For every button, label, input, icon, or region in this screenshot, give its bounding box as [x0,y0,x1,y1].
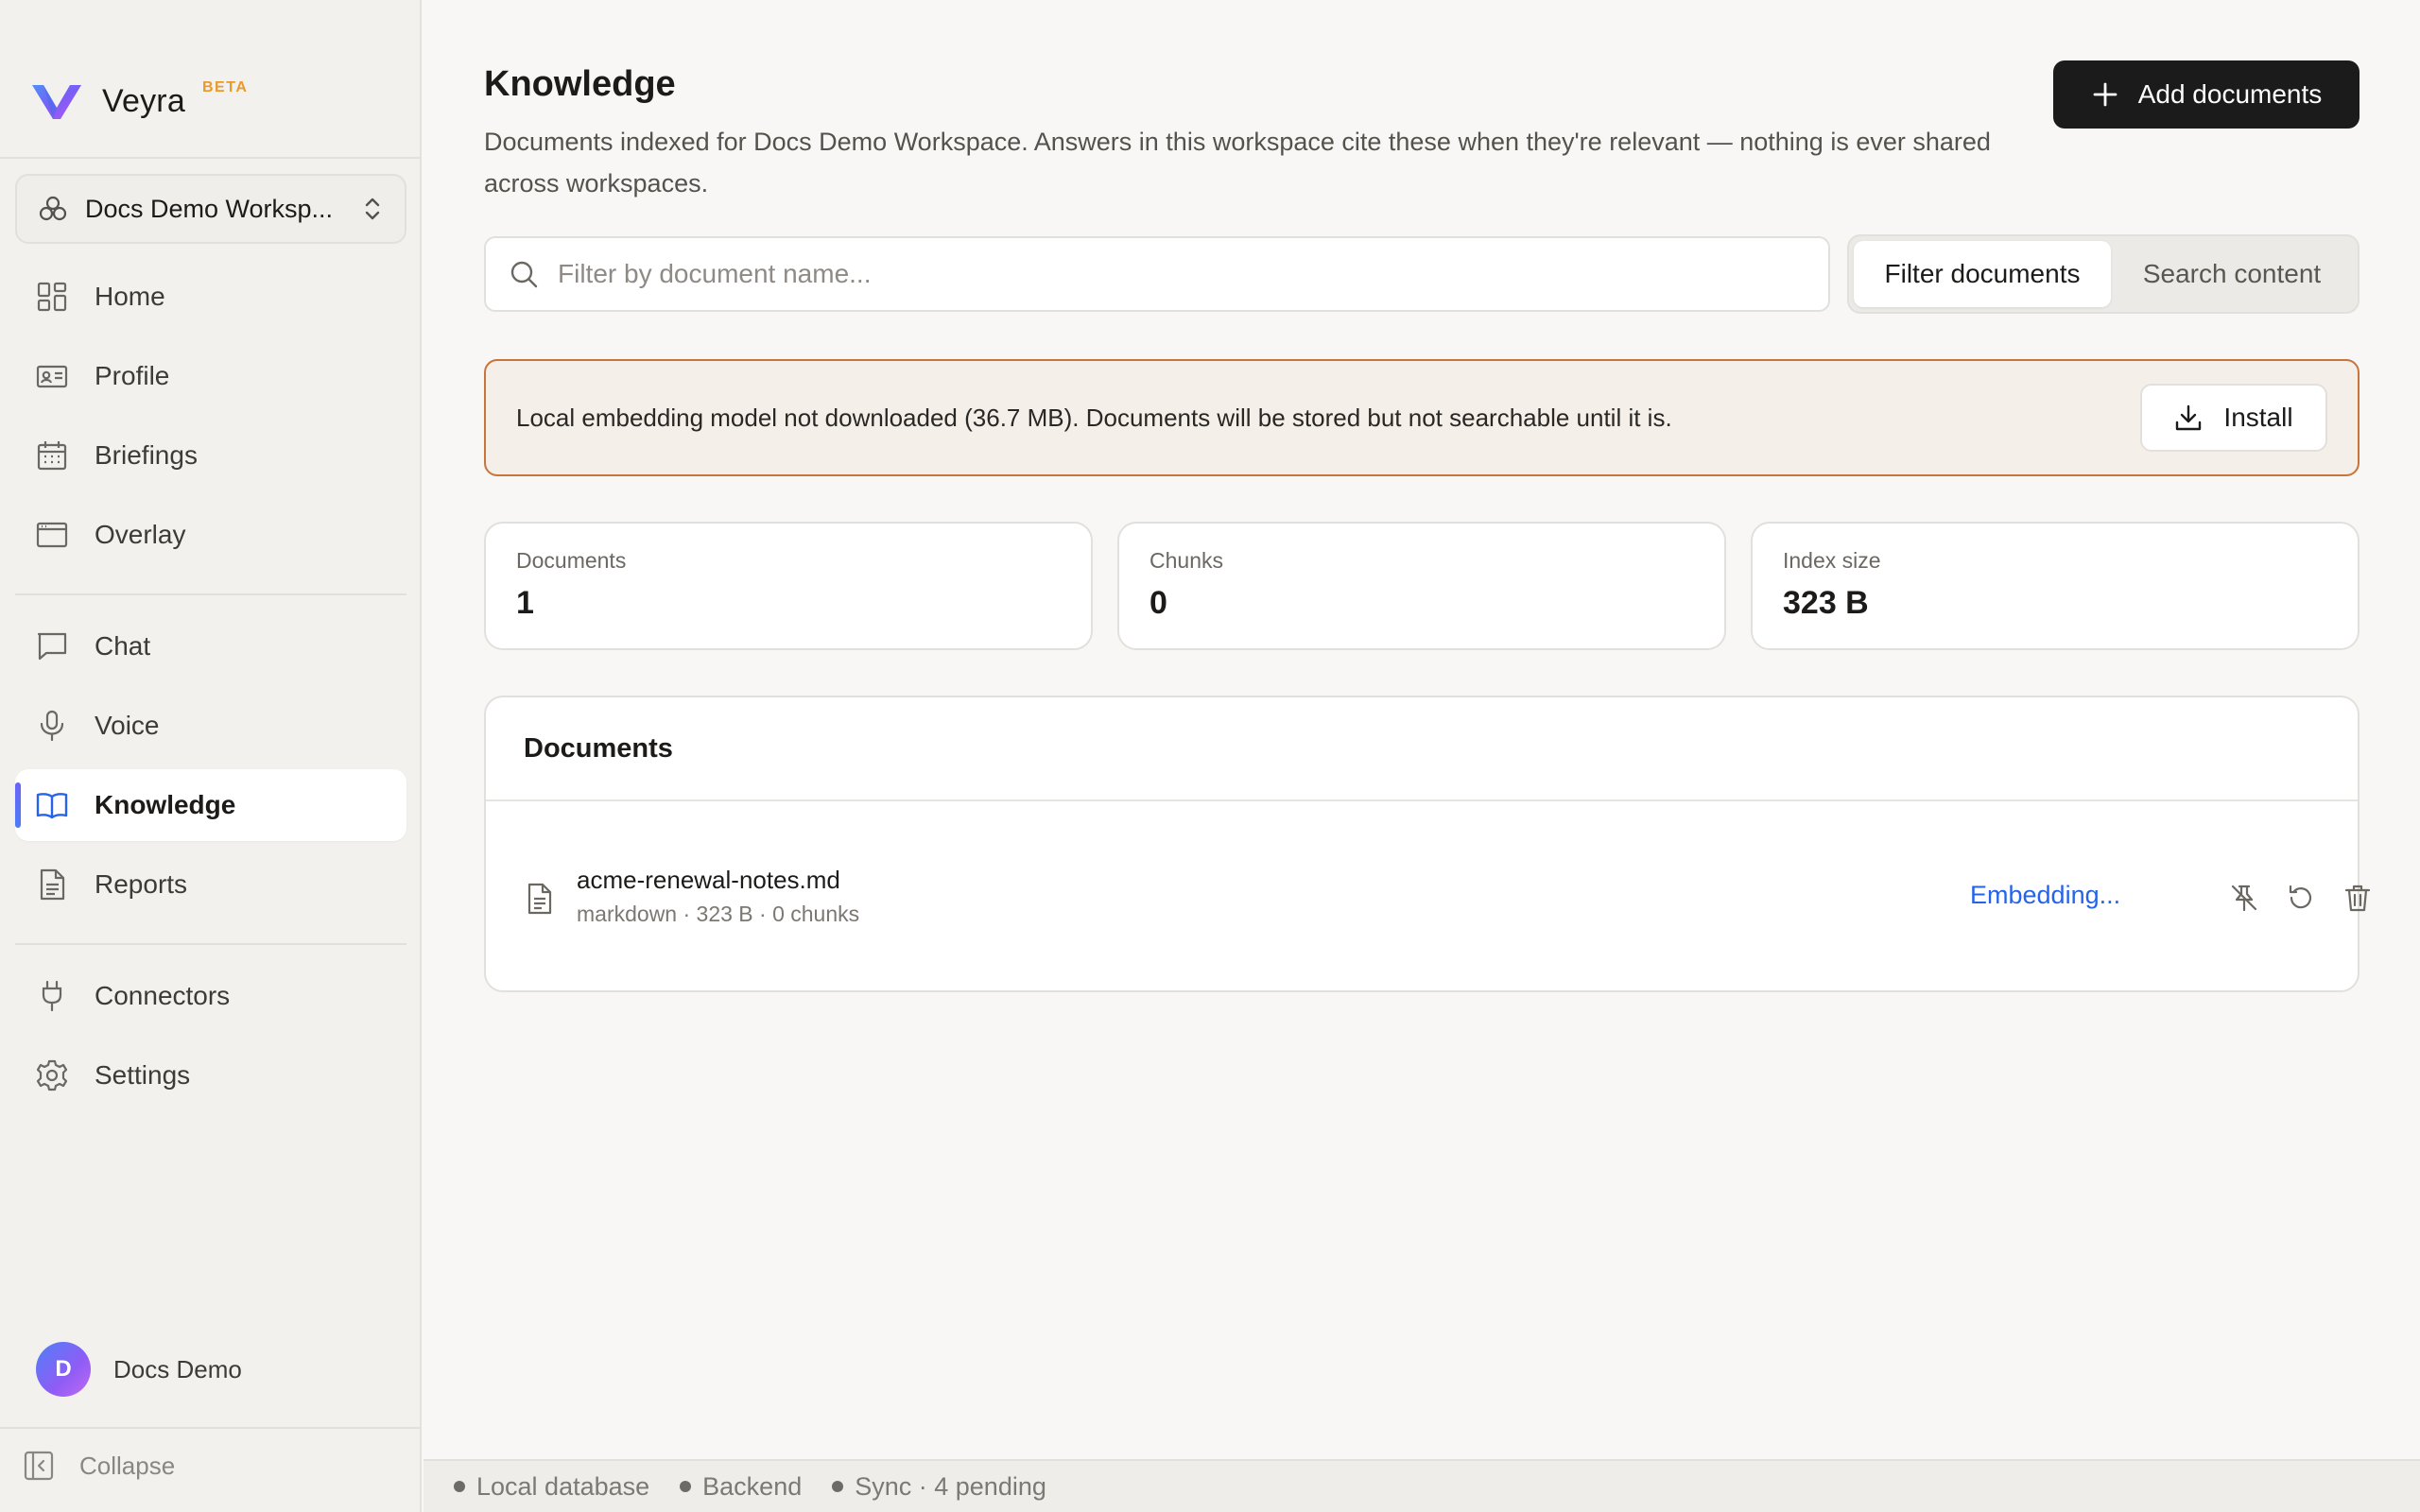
stat-card-chunks: Chunks 0 [1117,522,1726,650]
status-sync: Sync · 4 pending [832,1472,1046,1502]
beta-badge: BETA [202,79,249,95]
plug-icon [42,980,62,1012]
status-label: Local database [476,1471,650,1501]
refresh-icon[interactable] [2286,883,2316,913]
status-dot [680,1481,692,1492]
status-local-database: Local database [454,1472,649,1502]
nav-label-voice: Voice [95,711,160,740]
nav-label-profile: Profile [95,361,170,390]
search-mode-toggle: Filter documents Search content [1847,234,2360,314]
collapse-button[interactable]: Collapse [23,1450,175,1482]
unpin-icon[interactable] [2229,883,2259,913]
chevron-up-down-icon [365,198,380,220]
gear-icon [36,1059,68,1091]
nav-label-settings: Settings [95,1060,191,1090]
download-icon [2176,404,2202,431]
microphone-icon [40,710,64,742]
workspace-icon [39,196,67,221]
workspace-name: Docs Demo Worksp... [85,194,334,223]
status-bar: Local database Backend Sync · 4 pending [424,1459,2420,1512]
document-icon [40,868,65,901]
install-label: Install [2223,403,2293,432]
status-label: Backend [702,1471,803,1501]
veyra-logo-icon [32,85,81,119]
status-badge: Embedding... [1970,881,2121,909]
trash-icon[interactable] [2342,883,2373,913]
document-name: acme-renewal-notes.md [577,866,840,894]
workspace-selector[interactable]: Docs Demo Worksp... [15,174,406,244]
nav-item-chat[interactable]: Chat [15,610,406,682]
stat-card-documents: Documents 1 [484,522,1093,650]
nav-label-connectors: Connectors [95,981,231,1010]
brand: Veyra BETA [30,79,247,121]
stat-value: 0 [1150,585,1167,621]
search-icon [510,261,538,288]
stat-value: 1 [516,585,534,621]
nav-item-connectors[interactable]: Connectors [15,960,406,1032]
document-filter-field[interactable] [484,236,1830,312]
nav-label-overlay: Overlay [95,520,186,549]
sidebar-collapse-icon [24,1451,54,1481]
nav-label-reports: Reports [95,869,188,899]
sidebar-bottom-divider [0,1427,422,1429]
stat-label: Documents [516,548,627,573]
nav-item-overlay[interactable]: Overlay [15,499,406,571]
sidebar: Veyra BETA Docs Demo Worksp... Home Prof… [0,0,422,1512]
install-button[interactable]: Install [2140,384,2327,452]
open-book-icon [36,793,68,819]
status-backend: Backend [680,1472,802,1502]
stat-value: 323 B [1783,585,1869,621]
sidebar-divider [0,157,422,159]
app-name: Veyra [102,82,185,119]
user-name: Docs Demo [113,1354,242,1383]
search-input[interactable] [558,259,1828,289]
chat-bubble-icon [37,632,67,661]
nav-item-reports[interactable]: Reports [15,849,406,920]
nav-divider [15,593,406,595]
calendar-icon [37,441,67,471]
id-card-icon [36,365,68,388]
add-documents-label: Add documents [2137,79,2323,109]
avatar: D [36,1342,91,1397]
nav-item-profile[interactable]: Profile [15,340,406,412]
nav-item-home[interactable]: Home [15,261,406,333]
user-profile[interactable]: D Docs Demo [36,1342,242,1397]
nav-label-briefings: Briefings [95,440,198,470]
stat-label: Chunks [1150,548,1223,573]
nav-item-settings[interactable]: Settings [15,1040,406,1111]
nav-label-knowledge: Knowledge [95,790,236,819]
status-dot [832,1481,844,1492]
nav-label-home: Home [95,282,165,311]
page-title: Knowledge [484,64,676,104]
collapse-label: Collapse [79,1451,176,1480]
tab-search-content[interactable]: Search content [2111,241,2353,307]
banner-text: Local embedding model not downloaded (36… [516,403,1672,432]
stat-card-index-size: Index size 323 B [1751,522,2360,650]
file-icon [527,883,552,915]
status-label: Sync · 4 pending [855,1471,1046,1501]
add-documents-button[interactable]: Add documents [2053,60,2360,129]
document-meta: markdown · 323 B · 0 chunks [577,902,860,926]
nav-label-chat: Chat [95,631,151,661]
nav-item-voice[interactable]: Voice [15,690,406,762]
status-dot [454,1481,465,1492]
documents-card-title: Documents [486,697,2358,801]
stat-label: Index size [1783,548,1881,573]
main-content: Knowledge Documents indexed for Docs Dem… [424,0,2420,1459]
list-item[interactable]: acme-renewal-notes.md markdown · 323 B ·… [486,801,2371,990]
window-icon [36,522,68,548]
nav-item-briefings[interactable]: Briefings [15,420,406,491]
tab-filter-documents[interactable]: Filter documents [1854,241,2111,307]
page-description: Documents indexed for Docs Demo Workspac… [484,128,1991,198]
plus-icon [2093,82,2118,107]
nav-divider [15,943,406,945]
documents-card: Documents acme-renewal-notes.md markdown… [484,696,2371,992]
warning-banner: Local embedding model not downloaded (36… [484,359,2360,476]
grid-icon [37,282,67,312]
nav-item-knowledge[interactable]: Knowledge [15,769,406,841]
